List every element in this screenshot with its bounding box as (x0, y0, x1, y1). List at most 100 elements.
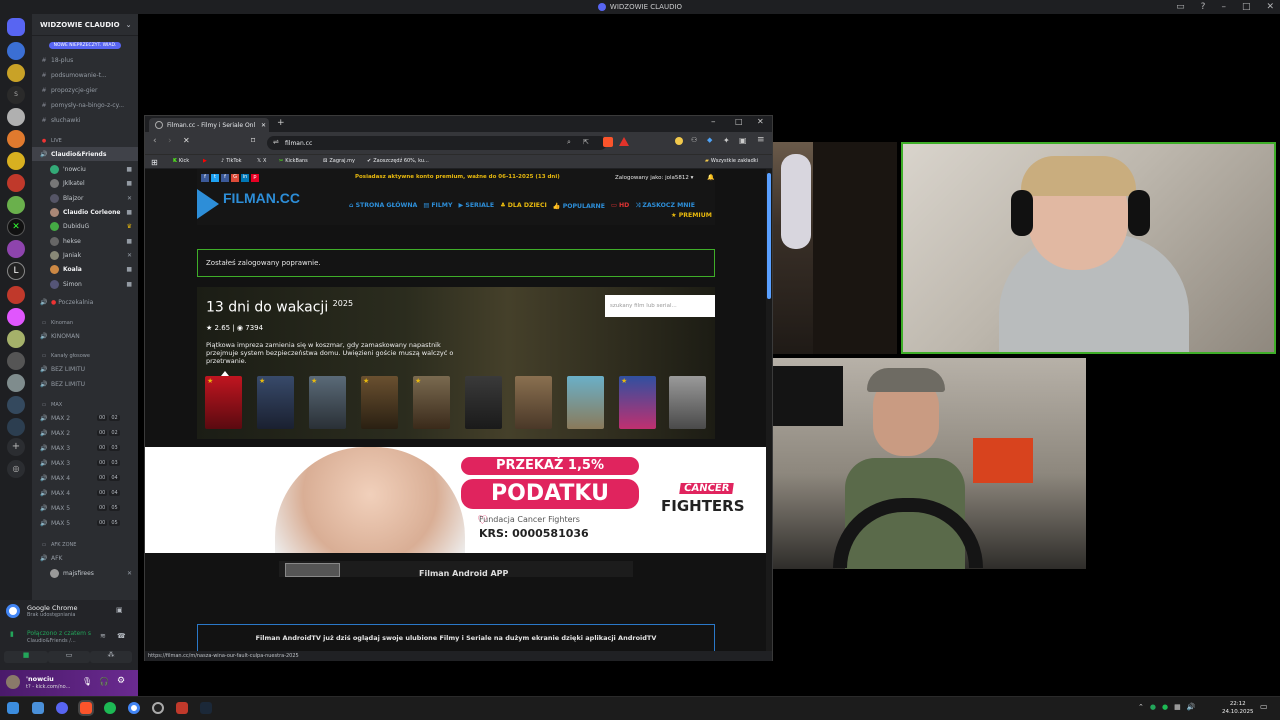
nav-hd[interactable]: ▭ HD (611, 202, 629, 210)
new-tab-button[interactable]: + (277, 118, 285, 128)
brave-shield-icon[interactable] (603, 137, 613, 147)
server-icon[interactable] (7, 64, 25, 82)
nav-kids[interactable]: ♣ DLA DZIECI (500, 202, 547, 210)
disconnect-icon[interactable]: ☎ (117, 632, 126, 640)
maximize-button[interactable]: □ (1242, 0, 1251, 14)
zoom-icon[interactable]: ⌕ (567, 138, 571, 147)
tray-app-icon[interactable]: ● (1162, 703, 1168, 711)
extensions-puzzle-icon[interactable]: ✦ (723, 136, 730, 145)
bookmark-kickbans[interactable]: ✂ KickBans (279, 158, 308, 164)
obs-icon[interactable] (152, 702, 164, 714)
notification-center-icon[interactable]: ▭ (1260, 702, 1268, 711)
clock[interactable]: 22:12 24.10.2025 (1222, 700, 1254, 716)
bookmark-x[interactable]: 𝕏X (257, 158, 266, 164)
server-icon[interactable] (7, 308, 25, 326)
close-button[interactable]: ✕ (1266, 0, 1274, 14)
nav-home[interactable]: ⌂ STRONA GŁÓWNA (349, 202, 417, 210)
movie-poster[interactable] (515, 376, 552, 429)
notification-bell-icon[interactable]: 🔔 (707, 174, 714, 181)
channel-18-plus[interactable]: #18-plus (32, 53, 138, 67)
facebook-icon[interactable]: f (221, 174, 229, 182)
nav-premium[interactable]: ★ PREMIUM (671, 212, 712, 219)
bookmark-zaoszczedz[interactable]: ✔ Zaoszczędź 60%, ku... (367, 158, 429, 164)
server-icon[interactable] (7, 330, 25, 348)
server-icon[interactable] (7, 174, 25, 192)
discord-taskbar-icon[interactable] (56, 702, 68, 714)
discord-home-icon[interactable] (7, 18, 25, 36)
chrome-taskbar-icon[interactable] (128, 702, 140, 714)
server-icon[interactable] (7, 396, 25, 414)
channel-max[interactable]: 🔊 MAX 3 00 03 (32, 441, 138, 455)
hero-title[interactable]: 13 dni do wakacji 2025 (206, 299, 353, 316)
channel-bez-limitu[interactable]: 🔊 BEZ LIMITU (32, 377, 138, 391)
bookmark-kick[interactable]: K Kick (173, 158, 189, 164)
category-afk[interactable]: ▭ AFK ZONE (32, 538, 138, 552)
server-icon[interactable] (7, 108, 25, 126)
new-messages-pill[interactable]: NOWE NIEPRZECZYT. WIAD. (32, 38, 138, 52)
nav-series[interactable]: ▶ SERIALE (458, 202, 494, 210)
voice-member[interactable]: DubiduG ♛ (50, 219, 138, 233)
brave-rewards-icon[interactable] (619, 137, 629, 146)
bookmark-tiktok[interactable]: ♪ TikTok (221, 158, 242, 164)
stop-loading-icon[interactable]: ✕ (183, 136, 190, 145)
voice-member[interactable]: 'nowciu ■ (50, 162, 138, 176)
apps-grid-icon[interactable]: ⊞ (151, 158, 158, 167)
steam-icon[interactable] (200, 702, 212, 714)
voice-member[interactable]: Blajzor ✕ (50, 191, 138, 205)
screen-share-icon[interactable]: ▣ (116, 606, 123, 614)
nav-movies[interactable]: ▤ FILMY (423, 202, 452, 210)
category-max[interactable]: ▭ MAX (32, 398, 138, 412)
speaker-icon[interactable]: 🔊 (1187, 703, 1196, 711)
chevron-up-icon[interactable]: ⌃ (1138, 703, 1144, 711)
close-tab-icon[interactable]: ✕ (261, 122, 266, 129)
site-info-icon[interactable]: ⇌ (273, 138, 279, 146)
network-icon[interactable]: ▦ (1174, 703, 1181, 711)
channel-pomysly[interactable]: # pomysły-na-bingo-z-cy... (32, 98, 138, 112)
channel-max[interactable]: 🔊 MAX 5 00 05 (32, 516, 138, 530)
movie-poster[interactable] (567, 376, 604, 429)
server-icon[interactable] (7, 42, 25, 60)
voice-channel-link[interactable]: Claudio&Friends /... (27, 638, 76, 644)
account-menu[interactable]: Zalogowany jako: jola5812 ▾ (615, 175, 693, 181)
category-kinoman[interactable]: ▭ Kinoman (32, 316, 138, 330)
webcam-tile-3[interactable] (773, 358, 1086, 569)
forward-icon[interactable]: › (168, 136, 172, 146)
server-icon[interactable]: S (7, 86, 25, 104)
server-icon[interactable] (7, 418, 25, 436)
channel-propozycje[interactable]: # propozycje-gier (32, 83, 138, 97)
address-bar[interactable]: ⇌ filman.cc ⌕ ⇱ (267, 136, 607, 150)
channel-kinoman[interactable]: 🔊 KINOMAN (32, 329, 138, 343)
server-icon[interactable] (7, 130, 25, 148)
voice-member[interactable]: Janiak ✕ (50, 248, 138, 262)
bookmark-zagraj[interactable]: ⚄ Zagraj.my (323, 158, 355, 164)
back-icon[interactable]: ‹ (153, 136, 157, 146)
tray-app-icon[interactable]: ● (1150, 703, 1156, 711)
maximize-window-button[interactable]: □ (735, 117, 743, 126)
channel-max[interactable]: 🔊 MAX 4 00 04 (32, 486, 138, 500)
linkedin-icon[interactable]: in (241, 174, 249, 182)
channel-podsumowanie[interactable]: # podsumowanie-t... (32, 68, 138, 82)
minimize-button[interactable]: – (1221, 0, 1226, 14)
sidebar-icon[interactable]: ▣ (739, 136, 747, 145)
nav-popular[interactable]: 👍 POPULARNE (553, 202, 605, 210)
voice-member[interactable]: Koala ■ (50, 262, 138, 276)
channel-poczekalnia[interactable]: 🔊 ● Poczekalnia (32, 295, 138, 309)
tab-filman[interactable]: Filman.cc - Filmy i Seriale Online ✕ (149, 118, 269, 132)
server-header[interactable]: WIDZOWIE CLAUDIO ⌄ (32, 14, 138, 36)
channel-claudio-friends[interactable]: 🔊 Claudio&Friends (32, 147, 138, 161)
page-scrollbar[interactable] (766, 169, 772, 651)
channel-afk[interactable]: 🔊 AFK (32, 551, 138, 565)
microphone-icon[interactable]: 🎙 (82, 677, 92, 686)
headphones-icon[interactable]: 🎧 (99, 677, 109, 686)
search-input[interactable]: szukany film lub serial... (605, 295, 715, 317)
settings-gear-icon[interactable]: ⚙ (117, 676, 125, 686)
category-live[interactable]: ● LIVE (32, 134, 138, 148)
close-window-button[interactable]: ✕ (757, 117, 764, 126)
user-avatar[interactable] (6, 675, 20, 689)
movie-poster[interactable] (465, 376, 502, 429)
discover-icon[interactable]: ◎ (7, 460, 25, 478)
extension-icon[interactable]: ⚇ (691, 136, 697, 144)
server-icon[interactable] (7, 352, 25, 370)
movie-poster[interactable] (669, 376, 706, 429)
voice-member[interactable]: Claudio Corleone ■ (50, 205, 138, 219)
